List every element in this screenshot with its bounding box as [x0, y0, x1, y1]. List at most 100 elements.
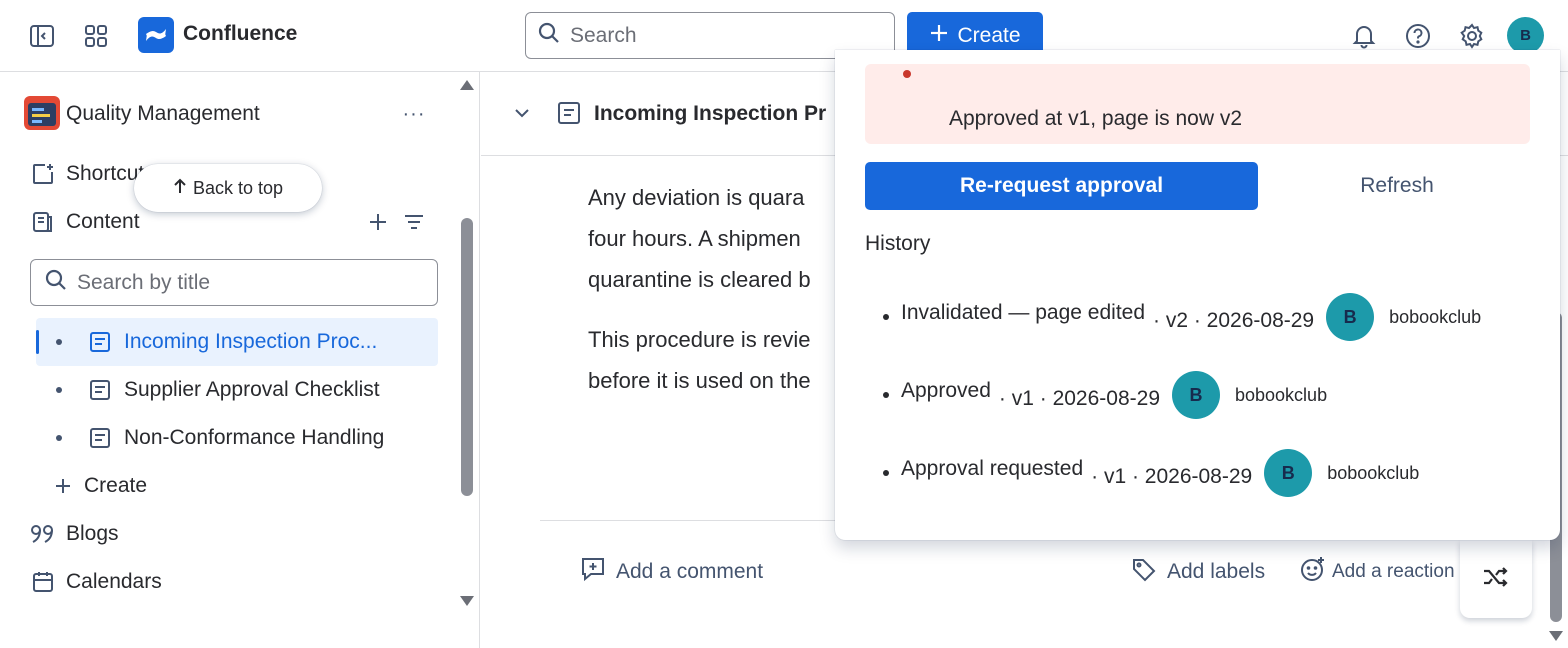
add-reaction-button[interactable]: Add a reaction: [1300, 556, 1455, 588]
search-icon: [538, 22, 560, 49]
search-input[interactable]: [570, 23, 870, 48]
add-labels-button[interactable]: Add labels: [1131, 556, 1265, 588]
confluence-logo-icon[interactable]: [138, 17, 174, 53]
body-line: four hours. A shipmen: [588, 226, 801, 251]
history-action: Invalidated — page edited: [901, 301, 1146, 324]
re-request-approval-button[interactable]: Re-request approval: [865, 162, 1258, 210]
shortcut-icon: [30, 161, 56, 187]
sidebar-toggle-icon[interactable]: [24, 18, 60, 54]
history-heading: History: [865, 232, 931, 255]
history-item: Approval requested · v1 · 2026-08-29 B b…: [883, 449, 1419, 497]
plus-icon: [50, 473, 76, 499]
tag-icon: [1131, 556, 1157, 588]
create-button-label: Create: [957, 24, 1021, 47]
history-user[interactable]: bobookclub: [1389, 307, 1481, 328]
search-by-title-input[interactable]: [77, 270, 407, 295]
sidebar-item-content[interactable]: Content: [30, 202, 140, 242]
page-icon: [557, 101, 581, 130]
sidebar-item-label: Calendars: [66, 570, 162, 593]
tree-bullet: [56, 339, 62, 345]
list-bullet: [883, 470, 889, 476]
tree-item-supplier-approval[interactable]: Supplier Approval Checklist: [36, 366, 438, 414]
add-labels-label: Add labels: [1167, 560, 1266, 583]
content-search[interactable]: [30, 259, 438, 306]
tree-item-label: Incoming Inspection Proc...: [124, 330, 378, 353]
plus-icon: [929, 23, 949, 49]
chevron-down-icon[interactable]: [510, 101, 534, 130]
tree-item-incoming-inspection[interactable]: Incoming Inspection Proc...: [36, 318, 438, 366]
back-to-top-label: Back to top: [192, 177, 284, 198]
history-item: Invalidated — page edited · v2 · 2026-08…: [883, 293, 1481, 341]
page-icon: [88, 330, 112, 354]
sidebar-create-label: Create: [84, 474, 148, 497]
body-line: quarantine is cleared b: [588, 267, 811, 292]
sidebar-scrollbar[interactable]: [461, 218, 473, 496]
tree-bullet: [56, 387, 62, 393]
filter-icon[interactable]: [400, 208, 428, 236]
plus-icon[interactable]: [364, 208, 392, 236]
add-reaction-label: Add a reaction: [1332, 561, 1455, 582]
approval-invalid-alert: Approved at v1, page is now v2: [865, 64, 1530, 144]
floating-action-button[interactable]: [1460, 540, 1532, 618]
content-actions: [364, 208, 428, 236]
page-icon: [88, 378, 112, 402]
sidebar-item-blogs[interactable]: Blogs: [30, 514, 119, 554]
sidebar-create-button[interactable]: Create: [50, 466, 147, 506]
avatar[interactable]: B: [1172, 371, 1220, 419]
history-item: Approved · v1 · 2026-08-29 B bobookclub: [883, 371, 1327, 419]
back-to-top-button[interactable]: Back to top: [134, 164, 322, 212]
bell-icon[interactable]: [1346, 18, 1382, 54]
history-action: Approval requested: [901, 457, 1084, 480]
page-title: Incoming Inspection Pr: [594, 102, 827, 125]
history-meta: · v1 · 2026-08-29: [1091, 465, 1253, 488]
history-user[interactable]: bobookclub: [1327, 463, 1419, 484]
app-name[interactable]: Confluence: [183, 22, 297, 46]
more-actions-icon[interactable]: ···: [398, 98, 430, 130]
shuffle-icon: [1482, 565, 1510, 594]
tree-item-label: Supplier Approval Checklist: [124, 378, 380, 401]
sidebar-item-label: Content: [66, 210, 140, 233]
body-paragraph: This procedure is revie before it is use…: [588, 319, 811, 401]
add-comment-label: Add a comment: [616, 560, 764, 583]
space-avatar-icon[interactable]: [24, 96, 60, 130]
tree-bullet: [56, 435, 62, 441]
alert-icon: [903, 70, 911, 78]
tree-item-label: Non-Conformance Handling: [124, 426, 385, 449]
list-bullet: [883, 314, 889, 320]
history-meta: · v2 · 2026-08-29: [1153, 309, 1315, 332]
comment-icon: [580, 556, 606, 588]
history-meta: · v1 · 2026-08-29: [998, 387, 1160, 410]
app-switcher-icon[interactable]: [78, 18, 114, 54]
tree-item-non-conformance[interactable]: Non-Conformance Handling: [36, 414, 438, 462]
search-icon: [45, 269, 67, 296]
space-sidebar: Quality Management ··· Shortcuts Back to…: [0, 72, 480, 648]
body-line: This procedure is revie: [588, 327, 811, 352]
emoji-icon: [1300, 556, 1326, 588]
calendar-icon: [30, 569, 56, 595]
add-comment-button[interactable]: Add a comment: [580, 556, 763, 588]
arrow-up-icon: [173, 178, 187, 199]
quote-icon: [30, 521, 56, 547]
body-paragraph: Any deviation is quara four hours. A shi…: [588, 177, 811, 300]
scroll-down-arrow[interactable]: [460, 596, 474, 606]
space-name[interactable]: Quality Management: [66, 102, 260, 126]
list-bullet: [883, 392, 889, 398]
avatar[interactable]: B: [1264, 449, 1313, 497]
sidebar-item-label: Blogs: [66, 522, 119, 545]
gear-icon[interactable]: [1454, 18, 1490, 54]
history-user[interactable]: bobookclub: [1235, 385, 1327, 406]
scroll-down-arrow[interactable]: [1549, 631, 1563, 641]
approval-popup: Approved at v1, page is now v2 Re-reques…: [835, 50, 1560, 540]
content-icon: [30, 209, 56, 235]
user-avatar[interactable]: B: [1507, 17, 1544, 54]
help-icon[interactable]: [1400, 18, 1436, 54]
body-line: Any deviation is quara: [588, 185, 805, 210]
page-icon: [88, 426, 112, 450]
alert-text: Approved at v1, page is now v2: [949, 107, 1243, 130]
body-line: before it is used on the: [588, 368, 811, 393]
sidebar-item-calendars[interactable]: Calendars: [30, 562, 162, 602]
scroll-up-arrow[interactable]: [460, 80, 474, 90]
avatar[interactable]: B: [1326, 293, 1375, 341]
refresh-button[interactable]: Refresh: [1327, 162, 1467, 210]
history-action: Approved: [901, 379, 991, 402]
